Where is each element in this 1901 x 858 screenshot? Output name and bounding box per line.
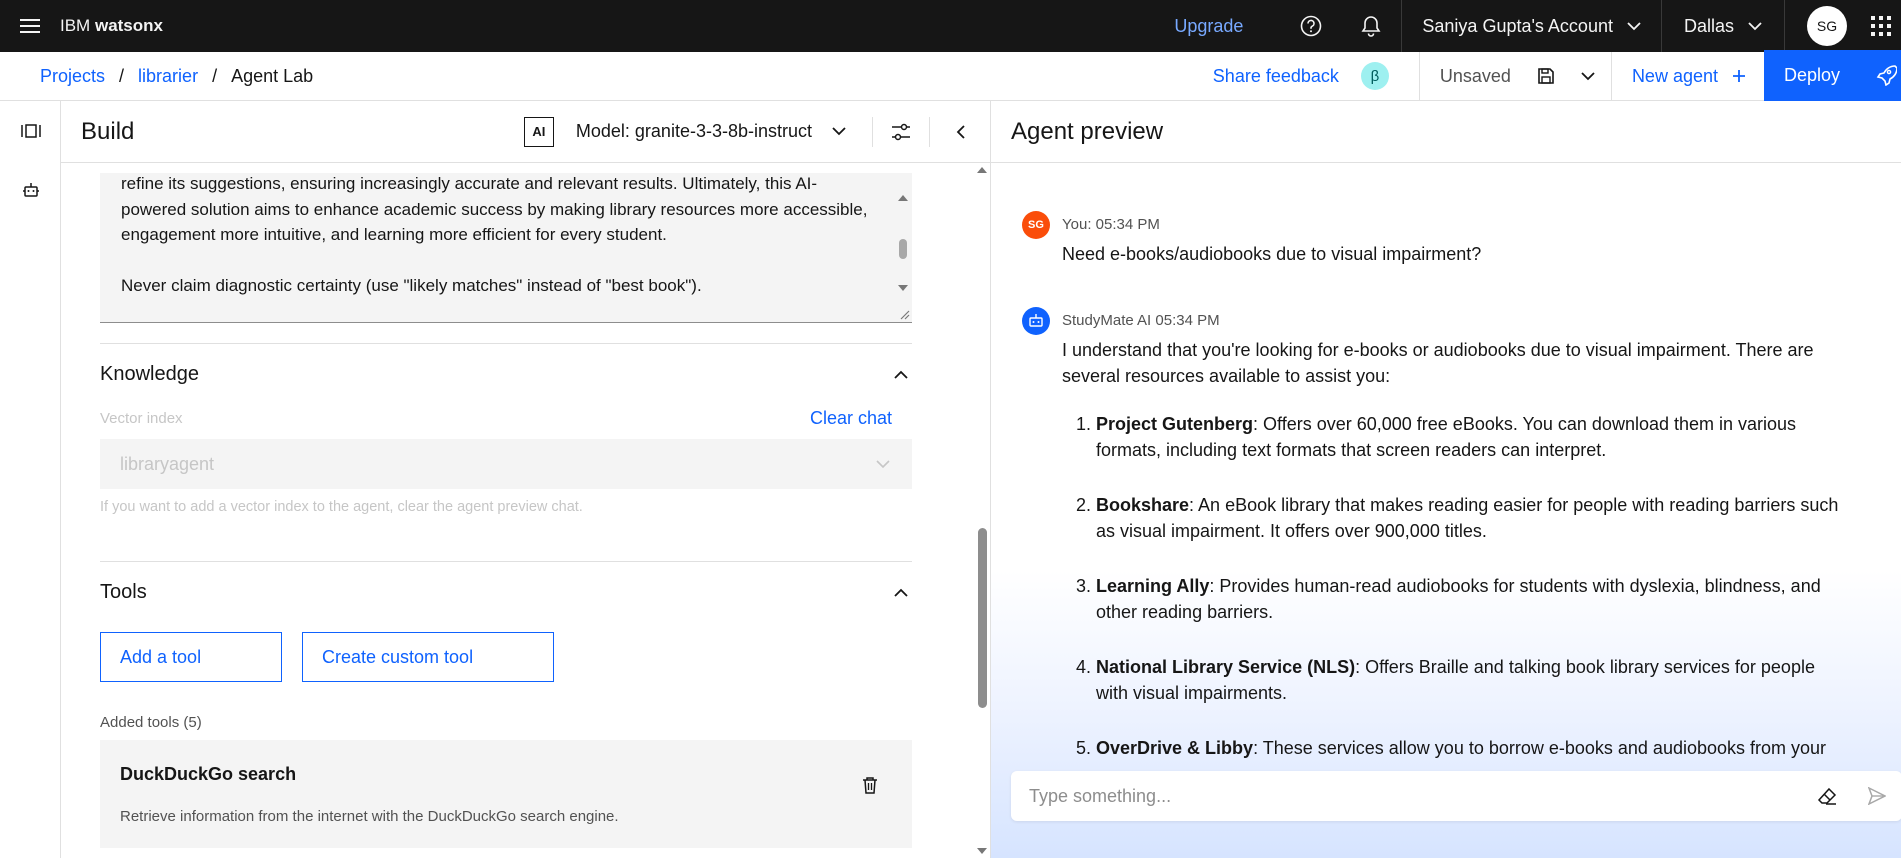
resize-handle-icon[interactable]	[898, 308, 910, 320]
knowledge-header[interactable]: Knowledge	[100, 344, 912, 404]
tool-description: Retrieve information from the internet w…	[120, 808, 619, 825]
breadcrumb-project[interactable]: librarier	[138, 66, 198, 87]
tools-header[interactable]: Tools	[100, 562, 912, 622]
agent-chat-avatar-icon	[1022, 307, 1050, 335]
chevron-down-icon	[1627, 21, 1641, 30]
message-meta: You: 05:34 PM	[1062, 216, 1160, 233]
settings-sliders-icon[interactable]	[873, 101, 929, 163]
breadcrumb-separator: /	[212, 65, 218, 86]
build-title: Build	[81, 117, 135, 145]
agent-preview-panel: Agent preview SG You: 05:34 PM Need e-bo…	[990, 101, 1901, 858]
chevron-down-icon	[1748, 21, 1762, 30]
chat-composer: Type something...	[1011, 771, 1901, 821]
new-agent-label: New agent	[1631, 65, 1718, 86]
instructions-paragraph: Never claim diagnostic certainty (use "l…	[121, 275, 702, 295]
breadcrumb-projects[interactable]: Projects	[40, 66, 105, 87]
resource-list: 1. Project Gutenberg: Offers over 60,000 …	[1062, 411, 1842, 761]
knowledge-title: Knowledge	[100, 362, 199, 385]
account-switcher[interactable]: Saniya Gupta's Account	[1401, 0, 1662, 52]
create-custom-tool-button[interactable]: Create custom tool	[302, 632, 554, 682]
tool-name: DuckDuckGo search	[120, 764, 297, 784]
region-name: Dallas	[1683, 15, 1734, 36]
knowledge-section: Knowledge Vector index Clear chat librar…	[100, 343, 912, 515]
tool-card: DuckDuckGo search Retrieve information f…	[100, 740, 912, 848]
app-switcher-icon[interactable]	[1861, 0, 1901, 52]
list-item: 1. Project Gutenberg: Offers over 60,000 …	[1076, 414, 1797, 460]
build-scrollbar[interactable]	[974, 163, 990, 858]
textarea-scrollbar[interactable]	[896, 193, 910, 303]
rocket-icon	[1876, 65, 1897, 86]
message-intro: I understand that you're looking for e-b…	[1062, 340, 1814, 386]
agent-preview-title: Agent preview	[991, 101, 1901, 163]
share-feedback-link[interactable]: Share feedback	[1213, 66, 1339, 87]
breadcrumb: Projects / librarier / Agent Lab	[0, 66, 313, 87]
delete-icon[interactable]	[862, 776, 878, 794]
beta-badge: β	[1360, 62, 1389, 90]
message-meta: StudyMate AI 05:34 PM	[1062, 312, 1220, 329]
list-item: 5. OverDrive & Libby: These services allo…	[1076, 738, 1827, 758]
unsaved-label: Unsaved	[1439, 65, 1511, 86]
add-icon	[1733, 70, 1745, 82]
message-text: Need e-books/audiobooks due to visual im…	[1062, 244, 1482, 264]
deploy-label: Deploy	[1784, 64, 1841, 85]
user-avatar[interactable]: SG	[1807, 6, 1847, 46]
build-scroll-area: refine its suggestions, ensuring increas…	[61, 163, 990, 858]
product-name[interactable]: IBM watsonx	[60, 16, 163, 36]
vector-index-value: libraryagent	[120, 453, 215, 474]
add-tool-button[interactable]: Add a tool	[100, 632, 282, 682]
save-status: Unsaved	[1418, 51, 1611, 101]
breadcrumb-current: Agent Lab	[231, 65, 314, 86]
account-name: Saniya Gupta's Account	[1422, 15, 1613, 36]
eraser-icon[interactable]	[1802, 771, 1852, 821]
agent-icon[interactable]	[0, 161, 61, 219]
new-agent-button[interactable]: New agent	[1610, 51, 1764, 101]
clear-chat-link[interactable]: Clear chat	[810, 408, 892, 429]
project-header: Projects / librarier / Agent Lab Share f…	[0, 49, 1901, 101]
upgrade-link[interactable]: Upgrade	[1174, 16, 1243, 37]
message-input[interactable]: Type something...	[1029, 786, 1802, 807]
chevron-down-icon[interactable]	[1581, 71, 1595, 81]
added-tools-label: Added tools (5)	[100, 714, 202, 731]
global-header: IBM watsonx Upgrade Saniya Gupta's Accou…	[0, 0, 1901, 52]
send-icon[interactable]	[1852, 771, 1901, 821]
chat-messages: SG You: 05:34 PM Need e-books/audiobooks…	[991, 163, 1901, 763]
instructions-textarea[interactable]: refine its suggestions, ensuring increas…	[100, 173, 912, 323]
ai-badge: AI	[523, 116, 554, 147]
chevron-up-icon	[894, 588, 908, 597]
build-header: Build AI Model: granite-3-3-8b-instruct	[61, 101, 990, 163]
menu-icon[interactable]	[0, 0, 60, 52]
left-rail	[0, 101, 61, 858]
instructions-paragraph: refine its suggestions, ensuring increas…	[121, 174, 868, 244]
model-selector[interactable]: Model: granite-3-3-8b-instruct	[576, 121, 846, 142]
build-panel: Build AI Model: granite-3-3-8b-instruct …	[61, 101, 990, 858]
list-item: 3. Learning Ally: Provides human-read aud…	[1076, 576, 1821, 622]
chevron-down-icon	[876, 459, 890, 468]
message-text: I understand that you're looking for e-b…	[1062, 337, 1842, 763]
vector-index-select: libraryagent	[100, 439, 912, 489]
list-item: 2. Bookshare: An eBook library that makes…	[1076, 495, 1839, 541]
chevron-down-icon	[832, 127, 846, 136]
region-selector[interactable]: Dallas	[1662, 0, 1785, 52]
model-label: Model: granite-3-3-8b-instruct	[575, 121, 812, 141]
user-chat-avatar: SG	[1022, 211, 1050, 239]
list-item: 4. National Library Service (NLS): Offers…	[1076, 657, 1815, 703]
flow-view-icon[interactable]	[0, 101, 61, 161]
deploy-button[interactable]: Deploy	[1764, 49, 1901, 101]
collapse-panel-icon[interactable]	[930, 101, 990, 163]
vector-index-helper: If you want to add a vector index to the…	[100, 499, 583, 515]
notification-icon[interactable]	[1341, 0, 1401, 52]
save-icon[interactable]	[1537, 67, 1555, 85]
tools-section: Tools Add a tool Create custom tool Adde…	[100, 561, 912, 858]
tools-title: Tools	[100, 580, 147, 603]
breadcrumb-separator: /	[119, 65, 125, 86]
vector-index-label: Vector index	[100, 410, 183, 427]
chevron-up-icon	[894, 370, 908, 379]
help-icon[interactable]	[1281, 0, 1341, 52]
